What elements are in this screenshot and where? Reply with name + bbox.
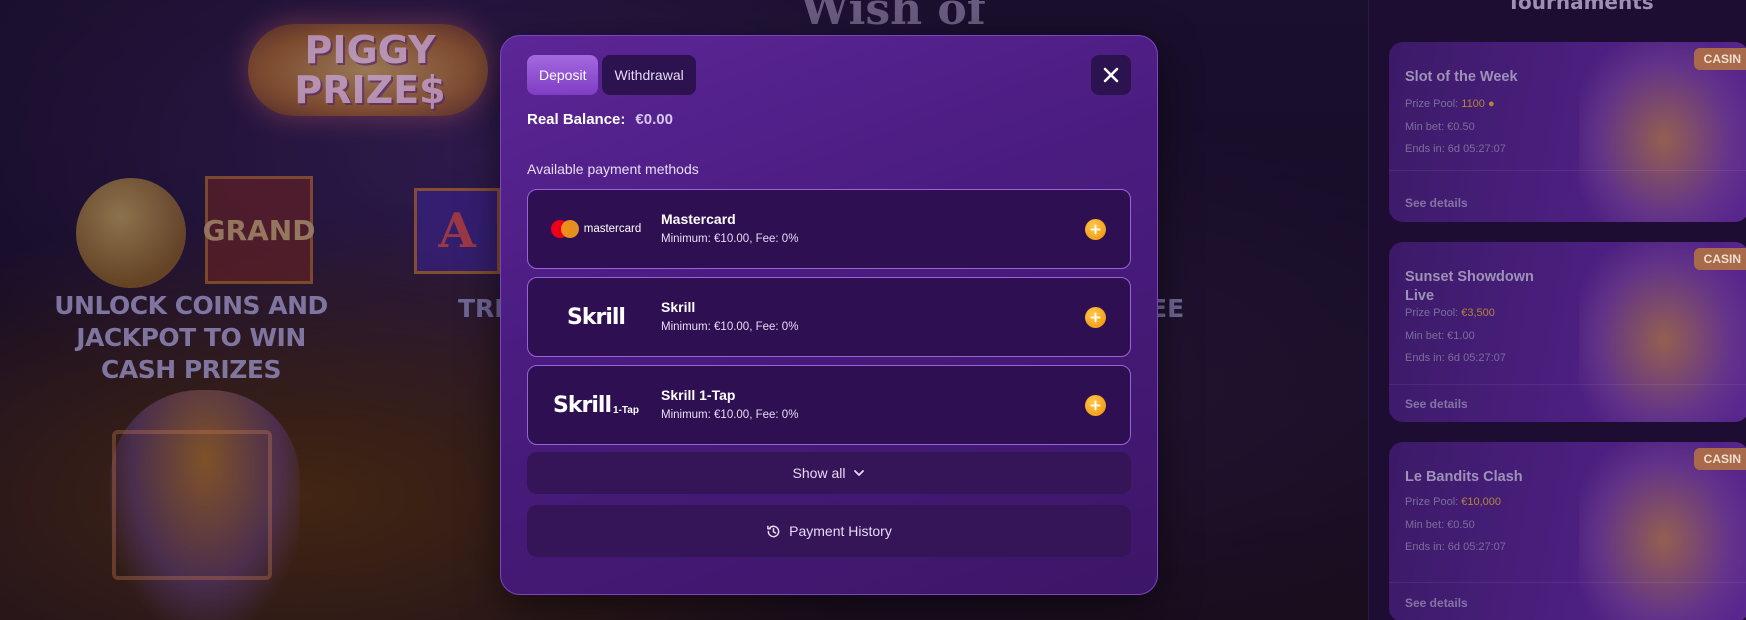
min-bet: Min bet: €0.50 [1405,519,1475,531]
coin-graphic [76,178,186,288]
card-divider [1389,582,1746,583]
payment-method-details: Minimum: €10.00, Fee: 0% [661,409,799,421]
card-divider [1389,170,1746,171]
mastercard-logo-text: mastercard [583,223,642,235]
ends-in: Ends in: 6d 05:27:07 [1405,352,1506,364]
min-bet: Min bet: €0.50 [1405,121,1475,133]
see-details-link[interactable]: See details [1405,596,1468,610]
sidebar-title: Tournaments [1507,0,1654,14]
balance-amount: €0.00 [635,111,673,128]
letter-tile: A [414,188,500,274]
close-icon [1103,67,1119,83]
mastercard-icon [550,220,579,238]
show-all-label: Show all [792,465,846,481]
promo-text: UNLOCK COINS AND JACKPOT TO WIN CASH PRI… [54,291,328,384]
tab-deposit[interactable]: Deposit [527,55,599,95]
payment-methods-heading: Available payment methods [527,161,699,177]
character-frame [112,430,272,580]
casino-badge: CASIN [1693,48,1746,70]
skrill-1tap-sub: 1-Tap [613,404,639,416]
skrill-logo-text: Skrill [553,392,612,418]
tab-withdrawal[interactable]: Withdrawal [602,55,696,95]
payment-method-details: Minimum: €10.00, Fee: 0% [661,321,799,333]
ends-in: Ends in: 6d 05:27:07 [1405,541,1506,553]
balance-label: Real Balance: [527,111,626,128]
payment-method-name: Skrill 1-Tap [661,387,736,403]
game-logo: PIGGY PRIZE$ [294,28,446,112]
coin-icon: ● [1487,98,1495,110]
tournament-card[interactable]: CASIN Le Bandits Clash Prize Pool: €10,0… [1389,442,1746,620]
skrill-1tap-logo: Skrill 1-Tap [538,366,654,444]
tournaments-sidebar: Tournaments CASIN Slot of the Week Prize… [1368,0,1746,620]
casino-badge: CASIN [1693,448,1746,470]
game-title-partial: Wish of [800,0,986,35]
grand-tile: GRAND [203,176,315,284]
payment-method-name: Mastercard [661,211,736,227]
casino-badge: CASIN [1693,248,1746,270]
prize-pool: Prize Pool: 1100 ● [1405,98,1495,110]
tournament-name: Slot of the Week [1405,69,1518,85]
ends-in: Ends in: 6d 05:27:07 [1405,143,1506,155]
tournament-name: Le Bandits Clash [1405,469,1523,485]
tournament-card[interactable]: CASIN Slot of the Week Prize Pool: 1100 … [1389,42,1746,222]
deposit-modal: Deposit Withdrawal Real Balance: €0.00 Av… [500,35,1158,595]
plus-circle-icon[interactable] [1085,307,1106,328]
payment-method-mastercard[interactable]: mastercard Mastercard Minimum: €10.00, F… [527,189,1131,269]
card-divider [1389,384,1746,385]
payment-methods-list: mastercard Mastercard Minimum: €10.00, F… [527,189,1131,453]
min-bet: Min bet: €1.00 [1405,330,1475,342]
history-icon [767,525,780,537]
payment-method-skrill[interactable]: Skrill Skrill Minimum: €10.00, Fee: 0% [527,277,1131,357]
prize-pool: Prize Pool: €10,000 [1405,496,1502,508]
tournament-name: Sunset Showdown Live [1405,269,1534,304]
skrill-logo: Skrill [538,278,654,356]
mastercard-logo: mastercard [538,190,654,268]
close-button[interactable] [1091,55,1131,95]
payment-method-skrill-1tap[interactable]: Skrill 1-Tap Skrill 1-Tap Minimum: €10.00… [527,365,1131,445]
real-balance: Real Balance: €0.00 [527,111,673,128]
chevron-down-icon [854,470,865,476]
payment-history-button[interactable]: Payment History [527,505,1131,557]
skrill-logo-text: Skrill [567,304,626,330]
plus-circle-icon[interactable] [1085,219,1106,240]
prize-pool: Prize Pool: €3,500 [1405,307,1495,319]
modal-tabs: Deposit Withdrawal [527,55,696,95]
see-details-link[interactable]: See details [1405,397,1468,411]
payment-method-details: Minimum: €10.00, Fee: 0% [661,233,799,245]
payment-history-label: Payment History [789,523,892,539]
plus-circle-icon[interactable] [1085,395,1106,416]
payment-method-name: Skrill [661,299,696,315]
tournament-card[interactable]: CASIN Sunset Showdown Live Prize Pool: €… [1389,242,1746,422]
see-details-link[interactable]: See details [1405,196,1468,210]
show-all-button[interactable]: Show all [527,452,1131,494]
